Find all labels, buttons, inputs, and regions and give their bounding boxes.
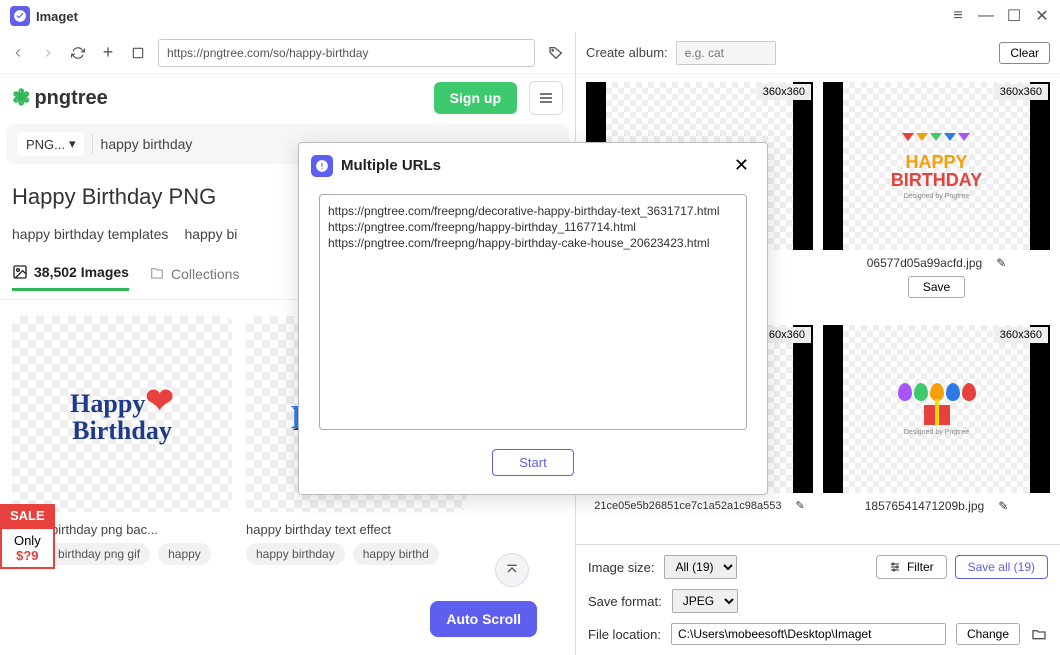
change-location-button[interactable]: Change xyxy=(956,623,1020,645)
signup-button[interactable]: Sign up xyxy=(434,82,517,114)
result-filename: 21ce05e5b26851ce7c1a52a1c98a553 xyxy=(594,500,781,512)
dialog-icon xyxy=(311,155,333,177)
card-thumb: Happy❤Birthday xyxy=(12,316,232,512)
app-title: Imaget xyxy=(36,9,78,24)
card-caption: happy birthday text effect xyxy=(246,522,466,537)
autoscroll-button[interactable]: Auto Scroll xyxy=(430,601,537,637)
related-tag[interactable]: happy birthday templates xyxy=(12,226,168,242)
dialog-close-button[interactable]: ✕ xyxy=(728,153,755,178)
minimize-button[interactable]: — xyxy=(972,2,1000,30)
tab-collections[interactable]: Collections xyxy=(149,264,239,291)
site-menu-button[interactable] xyxy=(529,81,563,115)
dialog-title: Multiple URLs xyxy=(341,157,441,174)
urls-textarea[interactable] xyxy=(319,194,747,430)
maximize-button[interactable]: ☐ xyxy=(1000,2,1028,30)
result-cell[interactable]: HAPPYBIRTHDAY Designed by Pngtree 360x36… xyxy=(823,82,1050,315)
app-icon xyxy=(10,6,30,26)
search-term[interactable]: happy birthday xyxy=(101,136,193,152)
image-size-select[interactable]: All (19) xyxy=(664,555,737,579)
tab-images[interactable]: 38,502 Images xyxy=(12,264,129,291)
save-format-label: Save format: xyxy=(588,594,662,609)
multiple-urls-dialog: Multiple URLs ✕ Start xyxy=(298,142,768,495)
edit-icon[interactable]: ✎ xyxy=(996,256,1006,270)
close-button[interactable]: ✕ xyxy=(1028,2,1056,30)
scroll-top-button[interactable] xyxy=(495,553,529,587)
menu-icon[interactable]: ≡ xyxy=(944,2,972,30)
logo-text: pngtree xyxy=(34,87,107,110)
save-format-select[interactable]: JPEG xyxy=(672,589,738,613)
album-row: Create album: Clear xyxy=(576,32,1060,74)
url-input[interactable]: https://pngtree.com/so/happy-birthday xyxy=(158,39,535,67)
card-chip[interactable]: happy xyxy=(158,543,211,565)
dimension-badge: 60x360 xyxy=(763,327,811,343)
controls: Image size: All (19) Filter Save all (19… xyxy=(576,544,1060,655)
browser-toolbar: + https://pngtree.com/so/happy-birthday xyxy=(0,32,575,74)
album-name-input[interactable] xyxy=(676,41,776,65)
chevron-down-icon: ▾ xyxy=(69,136,76,152)
titlebar: Imaget ≡ — ☐ ✕ xyxy=(0,0,1060,32)
save-all-button[interactable]: Save all (19) xyxy=(955,555,1048,579)
dimension-badge: 360x360 xyxy=(757,84,811,100)
search-type-select[interactable]: PNG... ▾ xyxy=(18,132,84,156)
sale-badge[interactable]: SALE Only$?9 xyxy=(0,504,55,569)
open-folder-icon[interactable] xyxy=(1030,625,1048,643)
result-filename: 18576541471209b.jpg xyxy=(865,499,984,513)
site-header: ❃ pngtree Sign up xyxy=(0,74,575,122)
dimension-badge: 360x360 xyxy=(994,84,1048,100)
related-tag[interactable]: happy bi xyxy=(184,226,237,242)
result-cell[interactable]: Designed by Pngtree 360x360 185765414712… xyxy=(823,325,1050,536)
file-location-label: File location: xyxy=(588,627,661,642)
result-filename: 06577d05a99acfd.jpg xyxy=(867,256,982,270)
edit-icon[interactable]: ✎ xyxy=(795,499,804,512)
start-button[interactable]: Start xyxy=(492,449,573,476)
save-button[interactable]: Save xyxy=(908,276,965,298)
edit-icon[interactable]: ✎ xyxy=(998,499,1008,513)
create-album-label: Create album: xyxy=(586,45,668,60)
reload-button[interactable] xyxy=(68,43,88,63)
gallery-card[interactable]: Happy❤Birthday happy birthday png bac...… xyxy=(12,316,232,639)
home-button[interactable] xyxy=(128,43,148,63)
card-chip[interactable]: happy birthd xyxy=(353,543,439,565)
back-button[interactable] xyxy=(8,43,28,63)
file-location-input[interactable] xyxy=(671,623,946,645)
forward-button[interactable] xyxy=(38,43,58,63)
clear-button[interactable]: Clear xyxy=(999,42,1050,64)
dimension-badge: 360x360 xyxy=(994,327,1048,343)
site-logo[interactable]: ❃ pngtree xyxy=(12,85,108,111)
image-size-label: Image size: xyxy=(588,560,654,575)
leaf-icon: ❃ xyxy=(12,85,30,111)
tag-icon[interactable] xyxy=(545,42,567,64)
add-tab-button[interactable]: + xyxy=(98,43,118,63)
card-chip[interactable]: happy birthday xyxy=(246,543,345,565)
filter-button[interactable]: Filter xyxy=(876,555,947,579)
